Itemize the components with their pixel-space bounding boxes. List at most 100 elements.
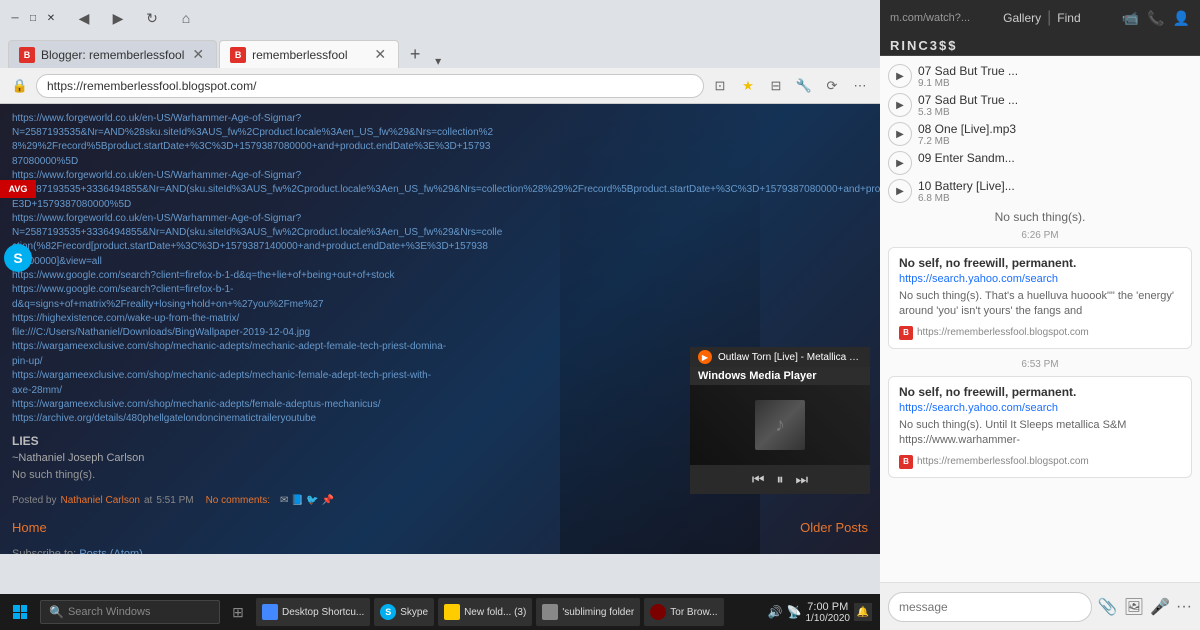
chat-input-bar: 📎 🖼 🎤 ···: [880, 582, 1200, 630]
post-author-link[interactable]: Nathaniel Carlson: [60, 493, 140, 508]
blog-link-4[interactable]: https://www.forgeworld.co.uk/en-US/Warha…: [12, 169, 868, 183]
top-icons: 📹 📞 👤: [1122, 10, 1190, 27]
rinc3-label: RINC3$$: [890, 38, 957, 53]
play-btn-4[interactable]: ▶: [888, 179, 912, 203]
maximize-btn[interactable]: □: [26, 11, 40, 25]
taskbar-torbrow[interactable]: Tor Brow...: [644, 598, 723, 626]
rinc3-bar: RINC3$$: [880, 36, 1200, 56]
msg2-title: No self, no freewill, permanent.: [899, 385, 1181, 399]
system-tray: 🔊 📡 7:00 PM 1/10/2020 🔔: [768, 601, 876, 624]
find-btn[interactable]: Find: [1057, 11, 1080, 25]
gallery-btn[interactable]: Gallery: [1003, 11, 1041, 25]
wmp-play-pause-btn[interactable]: ⏸: [777, 471, 784, 488]
music-title-2: 08 One [Live].mp3: [918, 122, 1192, 136]
bookmark-icon[interactable]: ★: [736, 74, 760, 98]
more-icon[interactable]: ⋯: [848, 74, 872, 98]
back-btn[interactable]: ◀: [70, 4, 98, 32]
play-btn-1[interactable]: ▶: [888, 93, 912, 117]
taskbar: 🔍 Search Windows ⊞ Desktop Shortcu... S …: [0, 594, 880, 630]
window-controls: ─ □ ✕: [8, 11, 58, 25]
profile-icon[interactable]: 👤: [1173, 10, 1190, 27]
post-at-label: at: [144, 493, 152, 508]
wmp-title: Outlaw Torn [Live] - Metallica - Windows…: [718, 352, 862, 363]
notification-btn[interactable]: 🔔: [854, 603, 872, 621]
start-btn[interactable]: [4, 596, 36, 628]
blog-link-2[interactable]: N=2587193535&Nr=AND%28sku.siteId%3AUS_fw…: [12, 126, 868, 140]
music-info-4: 10 Battery [Live]... 6.8 MB: [918, 179, 1192, 204]
new-tab-btn[interactable]: +: [401, 40, 429, 68]
msg2-desc: No such thing(s). Until It Sleeps metall…: [899, 418, 1181, 449]
tab-blogger[interactable]: B Blogger: rememberlessfool ✕: [8, 40, 217, 68]
search-bar[interactable]: 🔍 Search Windows: [40, 600, 220, 624]
wmp-favicon: ▶: [698, 350, 712, 364]
mic-icon[interactable]: 🎤: [1150, 597, 1170, 617]
refresh-btn[interactable]: ↻: [138, 4, 166, 32]
wmp-prev-btn[interactable]: ⏮: [752, 471, 765, 488]
music-item-4: ▶ 10 Battery [Live]... 6.8 MB: [888, 179, 1192, 204]
music-item-3: ▶ 09 Enter Sandm...: [888, 151, 1192, 175]
taskbar-newfold[interactable]: New fold... (3): [438, 598, 532, 626]
home-btn[interactable]: ⌂: [172, 4, 200, 32]
post-comments-link[interactable]: No comments:: [206, 493, 270, 508]
chat-msg-2: No self, no freewill, permanent. https:/…: [888, 376, 1192, 478]
taskbar-desktop-shortcut[interactable]: Desktop Shortcu...: [256, 598, 370, 626]
msg1-desc: No such thing(s). That's a huelluva huoo…: [899, 289, 1181, 320]
wmp-next-btn[interactable]: ⏭: [796, 471, 809, 488]
tab-close-2[interactable]: ✕: [372, 46, 388, 63]
close-btn[interactable]: ✕: [44, 11, 58, 25]
taskbar-time: 7:00 PM 1/10/2020: [806, 601, 851, 624]
music-size-2: 7.2 MB: [918, 136, 1192, 147]
music-info-1: 07 Sad But True ... 5.3 MB: [918, 93, 1192, 118]
blog-content-area: https://www.forgeworld.co.uk/en-US/Warha…: [0, 104, 880, 554]
gallery-find-area: Gallery | Find: [1003, 9, 1081, 27]
share-icons: ✉ 📘 🐦 📌: [280, 493, 334, 508]
blog-link-3[interactable]: 8%29%2Frecord%5Bproduct.startDate+%3C%3D…: [12, 140, 868, 154]
tab-bar: B Blogger: rememberlessfool ✕ B remember…: [0, 36, 880, 68]
taskbar-subliming[interactable]: 'subliming folder: [536, 598, 640, 626]
attachment-icon[interactable]: 📎: [1098, 597, 1118, 617]
blog-link-8[interactable]: https://highexistence.com/wake-up-from-t…: [12, 312, 868, 326]
timestamp-1: 6:26 PM: [888, 230, 1192, 241]
minimize-btn[interactable]: ─: [8, 11, 22, 25]
search-placeholder: Search Windows: [68, 606, 151, 618]
tab-favicon-1: B: [19, 47, 35, 63]
avg-icon[interactable]: AVG: [0, 180, 36, 198]
taskbar-skype-label: Skype: [400, 607, 428, 618]
album-art-placeholder: ♪: [775, 414, 785, 437]
video-call-icon[interactable]: 📹: [1122, 10, 1139, 27]
msg2-link[interactable]: https://search.yahoo.com/search: [899, 402, 1181, 414]
image-icon[interactable]: 🖼: [1124, 597, 1144, 617]
address-input[interactable]: [36, 74, 704, 98]
older-posts-link[interactable]: Older Posts: [800, 518, 868, 538]
taskbar-skype[interactable]: S Skype: [374, 598, 434, 626]
blog-link-9[interactable]: file:///C:/Users/Nathaniel/Downloads/Bin…: [12, 326, 868, 340]
reader-view-icon[interactable]: ⊡: [708, 74, 732, 98]
tab-dropdown-btn[interactable]: ▾: [435, 54, 441, 68]
forward-btn[interactable]: ▶: [104, 4, 132, 32]
posts-atom-link[interactable]: Posts (Atom): [79, 548, 143, 555]
share-icon[interactable]: ⟳: [820, 74, 844, 98]
more-options-icon[interactable]: ···: [1176, 598, 1192, 616]
phone-icon[interactable]: 📞: [1147, 10, 1164, 27]
msg1-link[interactable]: https://search.yahoo.com/search: [899, 273, 1181, 285]
taskbar-torbrow-label: Tor Brow...: [670, 607, 717, 618]
blog-link-6[interactable]: https://www.google.com/search?client=fir…: [12, 269, 868, 283]
blog-link-1[interactable]: https://www.forgeworld.co.uk/en-US/Warha…: [12, 112, 868, 126]
blog-nav: Home Older Posts: [12, 512, 868, 544]
blog-link-7[interactable]: https://www.google.com/search?client=fir…: [12, 283, 868, 297]
play-btn-2[interactable]: ▶: [888, 122, 912, 146]
gallery-find-sep: |: [1047, 9, 1051, 27]
wmp-controls: ⏮ ⏸ ⏭: [690, 465, 870, 494]
task-view-btn[interactable]: ⊞: [224, 598, 252, 626]
music-size-1: 5.3 MB: [918, 107, 1192, 118]
blog-link-5[interactable]: https://www.forgeworld.co.uk/en-US/Warha…: [12, 212, 868, 226]
tools-icon[interactable]: 🔧: [792, 74, 816, 98]
message-input[interactable]: [888, 592, 1092, 622]
home-link[interactable]: Home: [12, 518, 47, 538]
play-btn-0[interactable]: ▶: [888, 64, 912, 88]
tab-rememberlessfool[interactable]: B rememberlessfool ✕: [219, 40, 399, 68]
msg1-source: B https://rememberlessfool.blogspot.com: [899, 326, 1181, 340]
tab-close-1[interactable]: ✕: [190, 46, 206, 63]
bookmark-list-icon[interactable]: ⊟: [764, 74, 788, 98]
play-btn-3[interactable]: ▶: [888, 151, 912, 175]
